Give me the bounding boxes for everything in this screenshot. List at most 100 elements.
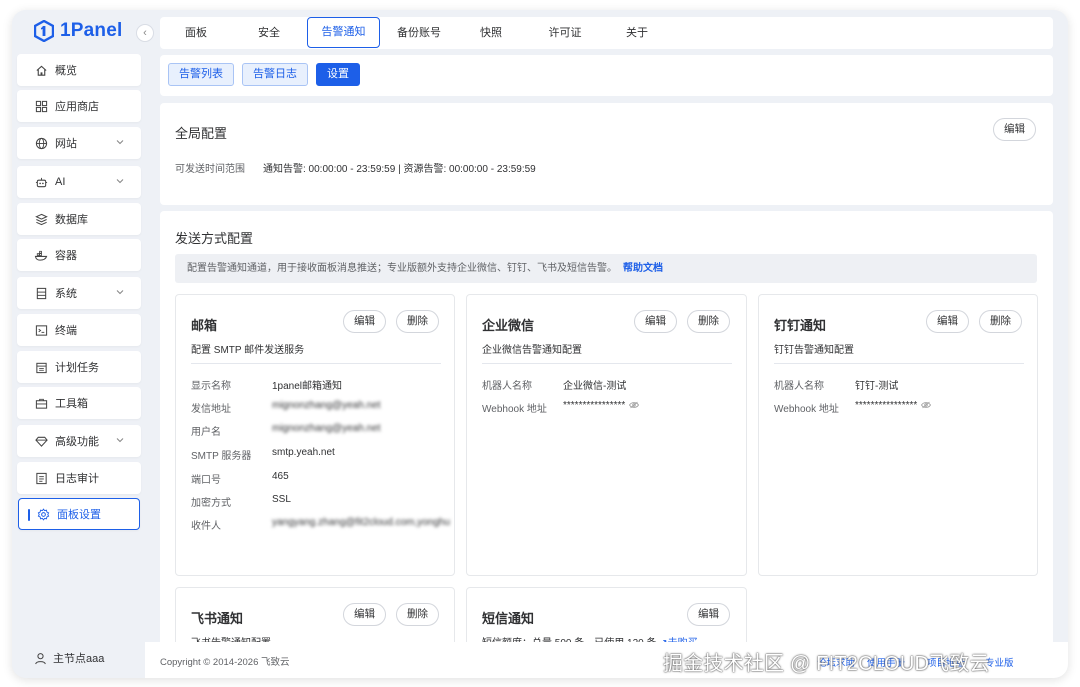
sidebar-item-website[interactable]: 网站	[17, 127, 141, 159]
sidebar-item-label: 日志审计	[55, 473, 99, 485]
divider	[482, 363, 732, 364]
sidebar-item-label: 高级功能	[55, 436, 99, 448]
webhook-value: ****************	[563, 400, 640, 411]
eye-off-icon[interactable]	[921, 401, 932, 409]
sidebar-item-label: 容器	[55, 250, 77, 262]
sidebar-item-database[interactable]: 数据库	[17, 203, 141, 235]
field-value-redacted: mignonzhang@yeah.net	[272, 423, 381, 434]
field-label: 机器人名称	[482, 381, 532, 392]
field-value: smtp.yeah.net	[272, 447, 335, 458]
sidebar-item-app-store[interactable]: 应用商店	[17, 90, 141, 122]
log-icon	[34, 471, 48, 485]
footer: Copyright © 2014-2026 飞致云 论坛求助 使用手册 项目地址…	[145, 642, 1068, 678]
chevron-down-icon	[116, 179, 124, 184]
sms-title: 短信通知	[482, 611, 535, 626]
wecom-edit-button[interactable]: 编辑	[634, 310, 677, 333]
app-name: 1Panel	[60, 20, 123, 41]
feishu-edit-button[interactable]: 编辑	[343, 603, 386, 626]
divider	[774, 363, 1024, 364]
sidebar-item-advanced[interactable]: 高级功能	[17, 425, 141, 457]
sidebar-item-overview[interactable]: 概览	[17, 54, 141, 86]
home-icon	[34, 63, 48, 77]
tab-license[interactable]: 许可证	[530, 17, 600, 49]
current-user[interactable]: 主节点aaa	[34, 650, 104, 666]
system-icon	[34, 286, 48, 300]
gear-icon	[36, 507, 50, 521]
subtab-alert-log[interactable]: 告警日志	[242, 63, 308, 86]
sidebar-item-label: 终端	[55, 325, 77, 337]
user-icon	[35, 652, 46, 664]
sidebar-item-ai[interactable]: AI	[17, 166, 141, 198]
global-edit-button[interactable]: 编辑	[993, 118, 1036, 141]
field-label: 收件人	[191, 521, 221, 532]
diamond-icon	[34, 434, 48, 448]
email-channel-card: 邮箱 编辑 删除 配置 SMTP 邮件发送服务 显示名称 1panel邮箱通知 …	[175, 294, 455, 576]
sidebar-item-audit-log[interactable]: 日志审计	[17, 462, 141, 494]
time-range-label: 可发送时间范围	[175, 164, 245, 175]
feishu-delete-button[interactable]: 删除	[396, 603, 439, 626]
sidebar-item-system[interactable]: 系统	[17, 277, 141, 309]
chevron-down-icon	[116, 140, 124, 145]
field-label: 发信地址	[191, 404, 231, 415]
settings-tabs: 面板 安全 告警通知 备份账号 快照 许可证 关于	[160, 17, 1053, 49]
wecom-delete-button[interactable]: 删除	[687, 310, 730, 333]
dingtalk-delete-button[interactable]: 删除	[979, 310, 1022, 333]
email-edit-button[interactable]: 编辑	[343, 310, 386, 333]
global-config-title: 全局配置	[175, 126, 228, 141]
field-value: 465	[272, 471, 289, 482]
active-indicator	[28, 509, 30, 521]
logo-icon	[34, 20, 54, 42]
copyright: Copyright © 2014-2026 飞致云	[160, 657, 290, 668]
global-config-card: 全局配置 编辑 可发送时间范围 通知告警: 00:00:00 - 23:59:5…	[160, 103, 1053, 205]
tab-panel[interactable]: 面板	[162, 17, 230, 49]
sidebar-item-label: AI	[55, 176, 66, 188]
toolbox-icon	[34, 396, 48, 410]
email-delete-button[interactable]: 删除	[396, 310, 439, 333]
wecom-desc: 企业微信告警通知配置	[482, 345, 582, 356]
sidebar-item-label: 应用商店	[55, 101, 99, 113]
dingtalk-edit-button[interactable]: 编辑	[926, 310, 969, 333]
dingtalk-desc: 钉钉告警通知配置	[774, 345, 854, 356]
globe-icon	[34, 136, 48, 150]
field-label: 加密方式	[191, 498, 231, 509]
field-value-redacted: yangyang.zhang@fit2cloud.com,yonghu	[272, 517, 451, 528]
field-label: 显示名称	[191, 381, 231, 392]
terminal-icon	[34, 323, 48, 337]
tab-about[interactable]: 关于	[604, 17, 670, 49]
field-label: 端口号	[191, 475, 221, 486]
sidebar-item-cron[interactable]: 计划任务	[17, 351, 141, 383]
dingtalk-channel-card: 钉钉通知 编辑 删除 钉钉告警通知配置 机器人名称 钉钉-测试 Webhook …	[758, 294, 1038, 576]
sidebar-item-terminal[interactable]: 终端	[17, 314, 141, 346]
eye-off-icon[interactable]	[629, 401, 640, 409]
collapse-sidebar-button[interactable]: ‹	[136, 24, 154, 42]
feishu-title: 飞书通知	[191, 611, 244, 626]
database-icon	[34, 212, 48, 226]
chevron-down-icon	[116, 438, 124, 443]
sidebar-item-label: 网站	[55, 138, 77, 150]
webhook-value: ****************	[855, 400, 932, 411]
subtab-settings[interactable]: 设置	[316, 63, 360, 86]
tab-backup-accounts[interactable]: 备份账号	[384, 17, 454, 49]
help-doc-link[interactable]: 帮助文档	[623, 263, 663, 274]
field-label: SMTP 服务器	[191, 451, 252, 462]
sidebar-item-panel-settings[interactable]: 面板设置	[18, 498, 140, 530]
sms-edit-button[interactable]: 编辑	[687, 603, 730, 626]
dingtalk-title: 钉钉通知	[774, 318, 827, 333]
divider	[191, 363, 441, 364]
send-method-title: 发送方式配置	[175, 231, 254, 246]
sidebar-item-toolbox[interactable]: 工具箱	[17, 387, 141, 419]
sidebar-item-container[interactable]: 容器	[17, 239, 141, 271]
chevron-down-icon	[116, 290, 124, 295]
field-value: 钉钉-测试	[855, 381, 899, 392]
tab-alert-notification[interactable]: 告警通知	[307, 17, 380, 48]
sidebar-item-label: 工具箱	[55, 398, 88, 410]
time-range-value: 通知告警: 00:00:00 - 23:59:59 | 资源告警: 00:00:…	[263, 164, 536, 175]
tab-security[interactable]: 安全	[234, 17, 304, 49]
tab-snapshot[interactable]: 快照	[458, 17, 524, 49]
user-name: 主节点aaa	[53, 653, 105, 665]
robot-icon	[34, 175, 48, 189]
watermark: 掘金技术社区 @ FIT2CLOUD飞致云	[663, 653, 990, 675]
subtab-alert-list[interactable]: 告警列表	[168, 63, 234, 86]
grid-icon	[34, 99, 48, 113]
logo: 1Panel	[34, 20, 122, 42]
